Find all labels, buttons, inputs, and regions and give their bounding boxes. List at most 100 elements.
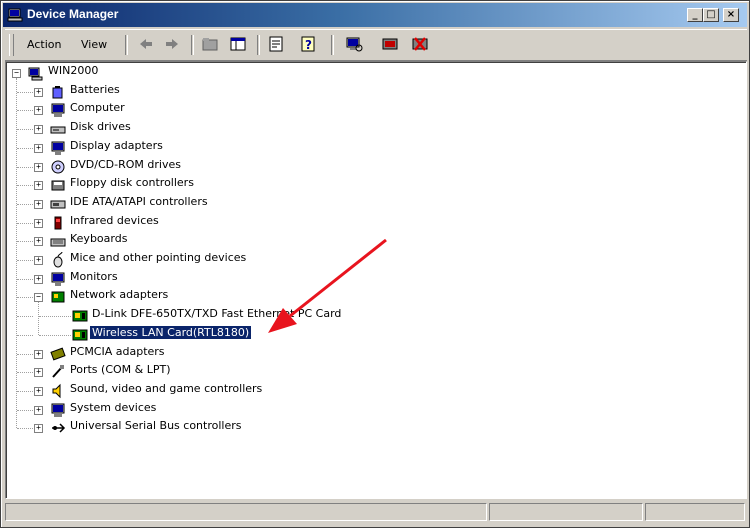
expand-toggle[interactable]: +	[34, 87, 43, 97]
tree-category-label[interactable]: Network adapters	[68, 288, 170, 301]
tree-category-label[interactable]: PCMCIA adapters	[68, 345, 167, 358]
tree-category-label[interactable]: Computer	[68, 101, 127, 114]
status-panel-3	[645, 503, 745, 521]
back-arrow-icon[interactable]	[137, 35, 155, 53]
tree-connector	[39, 334, 71, 336]
mouse-icon	[53, 252, 63, 268]
tree-connector	[17, 316, 33, 318]
tree-connector	[17, 297, 33, 299]
expand-toggle[interactable]: +	[34, 368, 43, 378]
tree-category-label[interactable]: Keyboards	[68, 232, 129, 245]
computer-root-icon	[28, 67, 43, 81]
tree-connector	[17, 110, 33, 112]
tree-connector	[17, 390, 33, 392]
tree-connector	[17, 278, 33, 280]
root-collapse-toggle[interactable]: −	[12, 69, 21, 78]
system-devices-icon	[51, 403, 65, 417]
expand-toggle[interactable]: +	[34, 386, 43, 396]
tree-connector	[16, 78, 17, 429]
selected-device-label[interactable]: Wireless LAN Card(RTL8180)	[88, 324, 253, 340]
expand-toggle[interactable]: −	[34, 293, 43, 303]
close-button[interactable]: ×	[723, 8, 739, 22]
network-card-icon	[72, 310, 88, 322]
infrared-icon	[54, 216, 62, 230]
expand-toggle[interactable]: +	[34, 405, 43, 415]
expand-toggle[interactable]: +	[34, 237, 43, 247]
tree-device-label[interactable]: D-Link DFE-650TX/TXD Fast Ethernet PC Ca…	[90, 307, 343, 320]
expand-toggle[interactable]: +	[34, 181, 43, 191]
usb-icon	[52, 423, 66, 433]
tree-connector	[17, 222, 33, 224]
tree-connector	[17, 166, 33, 168]
close-icon: ×	[726, 9, 736, 20]
tree-connector	[17, 203, 33, 205]
minimize-button[interactable]: _	[687, 8, 703, 22]
expand-toggle[interactable]: +	[34, 349, 43, 359]
tree-category-label[interactable]: Sound, video and game controllers	[68, 382, 264, 395]
tree-connector	[17, 372, 33, 374]
monitor-icon	[51, 272, 65, 286]
device-manager-window: Device Manager _ □ × Action View ? − WIN2…	[0, 0, 750, 528]
tree-root-label[interactable]: WIN2000	[46, 64, 100, 77]
device-manager-app-icon	[7, 8, 23, 22]
title-bar[interactable]: Device Manager _ □ ×	[3, 3, 747, 27]
uninstall-device-icon[interactable]	[411, 35, 429, 53]
tree-category-label[interactable]: Infrared devices	[68, 214, 161, 227]
toolbar-separator	[191, 35, 194, 55]
tree-connector	[17, 185, 33, 187]
toolbar-separator	[125, 35, 128, 55]
show-hide-tree-icon[interactable]	[229, 35, 247, 53]
toolbar-separator	[331, 35, 334, 55]
up-folder-icon[interactable]	[201, 35, 219, 53]
cdrom-icon	[51, 160, 65, 173]
status-bar	[5, 501, 745, 523]
expand-toggle[interactable]: +	[34, 106, 43, 116]
network-card-icon	[72, 329, 88, 341]
expand-toggle[interactable]: +	[34, 125, 43, 135]
tree-connector	[39, 316, 71, 318]
tree-category-label[interactable]: Ports (COM & LPT)	[68, 363, 173, 376]
toolbar: Action View ?	[5, 29, 747, 61]
window-title: Device Manager	[27, 7, 119, 21]
menu-view[interactable]: View	[81, 38, 107, 51]
battery-icon	[52, 85, 63, 99]
expand-toggle[interactable]: +	[34, 274, 43, 284]
keyboard-icon	[50, 238, 66, 247]
device-tree-pane[interactable]: − WIN2000 + Batteries + Computer + Disk drives +…	[5, 61, 747, 499]
toolbar-separator	[257, 35, 260, 55]
tree-connector	[17, 260, 33, 261]
tree-connector	[17, 334, 33, 336]
toolbar-grip[interactable]	[9, 34, 14, 56]
expand-toggle[interactable]: +	[34, 256, 43, 265]
scan-hardware-icon[interactable]	[345, 35, 363, 53]
tree-category-label[interactable]: DVD/CD-ROM drives	[68, 158, 183, 171]
tree-category-label[interactable]: Universal Serial Bus controllers	[68, 419, 243, 432]
tree-connector	[17, 129, 33, 131]
expand-toggle[interactable]: +	[34, 199, 43, 209]
tree-category-label[interactable]: Display adapters	[68, 139, 165, 152]
disk-drive-icon	[50, 126, 66, 134]
properties-icon[interactable]	[267, 35, 285, 53]
tree-connector	[17, 428, 33, 430]
maximize-icon: □	[706, 9, 716, 20]
tree-category-label[interactable]: Floppy disk controllers	[68, 176, 196, 189]
maximize-button[interactable]: □	[703, 8, 719, 22]
network-adapter-icon	[51, 291, 65, 303]
minimize-icon: _	[692, 9, 698, 20]
menu-action[interactable]: Action	[27, 38, 61, 51]
expand-toggle[interactable]: +	[34, 162, 43, 172]
forward-arrow-icon[interactable]	[163, 35, 181, 53]
tree-category-label[interactable]: Disk drives	[68, 120, 133, 133]
disable-device-icon[interactable]	[381, 35, 399, 53]
help-icon[interactable]: ?	[299, 35, 317, 53]
floppy-controller-icon	[51, 180, 65, 191]
tree-category-label[interactable]: Monitors	[68, 270, 120, 283]
tree-category-label[interactable]: IDE ATA/ATAPI controllers	[68, 195, 210, 208]
expand-toggle[interactable]: +	[34, 218, 43, 228]
tree-category-label[interactable]: Batteries	[68, 83, 122, 96]
port-icon	[52, 365, 64, 378]
tree-category-label[interactable]: System devices	[68, 401, 158, 414]
expand-toggle[interactable]: +	[34, 143, 43, 153]
expand-toggle[interactable]: +	[34, 424, 43, 434]
tree-category-label[interactable]: Mice and other pointing devices	[68, 251, 248, 264]
